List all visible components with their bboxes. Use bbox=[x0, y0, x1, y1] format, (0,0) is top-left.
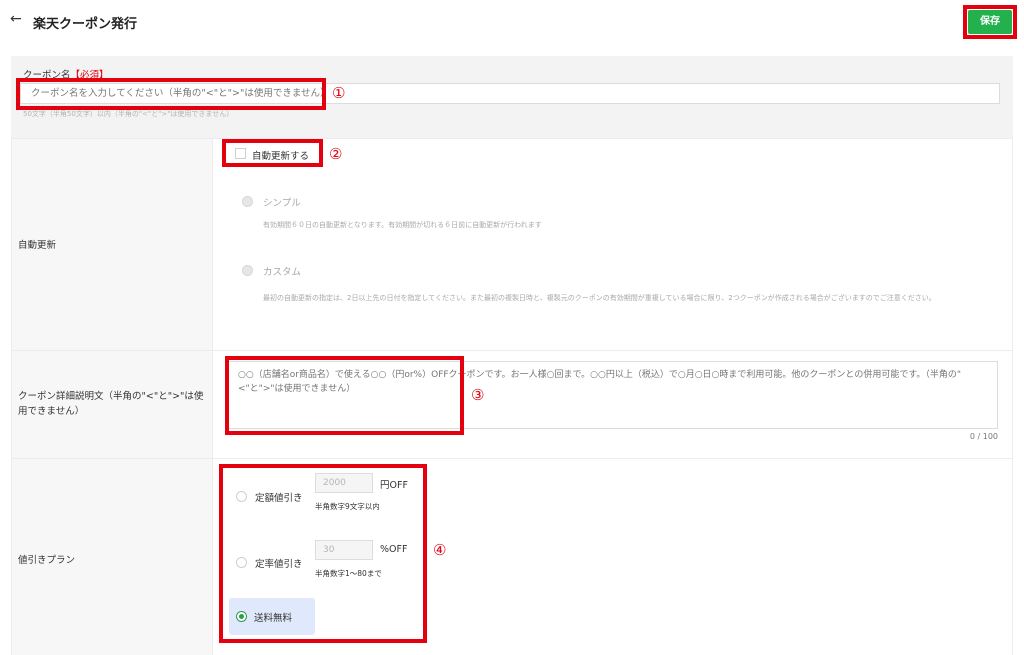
annotation-number-4: ④ bbox=[433, 541, 447, 559]
description-counter: 0 / 100 bbox=[969, 432, 998, 441]
simple-radio[interactable] bbox=[242, 196, 253, 207]
annotation-number-3: ③ bbox=[471, 386, 485, 404]
row-divider bbox=[11, 458, 1013, 459]
custom-radio-label: カスタム bbox=[263, 267, 302, 278]
annotation-box-4 bbox=[219, 464, 427, 643]
row-divider bbox=[11, 350, 1013, 351]
simple-radio-label: シンプル bbox=[263, 198, 301, 209]
annotation-number-2: ② bbox=[329, 145, 343, 163]
annotation-box-1 bbox=[16, 78, 326, 110]
table-right-border bbox=[1012, 138, 1013, 655]
column-divider bbox=[212, 138, 213, 655]
simple-description: 有効期間６０日の自動更新となります。有効期間が切れる６日前に自動更新が行われます bbox=[263, 221, 542, 229]
annotation-box-3 bbox=[225, 356, 464, 435]
custom-radio[interactable] bbox=[242, 265, 253, 276]
page-title: 楽天クーポン発行 bbox=[33, 17, 138, 32]
table-left-border bbox=[11, 138, 12, 655]
custom-description: 最初の自動更新の指定は、2日以上先の日付を指定してください。また最初の複製日時と… bbox=[263, 294, 936, 302]
annotation-number-1: ① bbox=[332, 84, 346, 102]
discount-section-label: 値引きプラン bbox=[18, 555, 76, 566]
save-button[interactable]: 保存 bbox=[968, 10, 1012, 34]
annotation-box-2 bbox=[222, 139, 323, 167]
back-arrow-icon[interactable]: ← bbox=[10, 11, 22, 27]
save-button-label: 保存 bbox=[980, 16, 1000, 27]
coupon-name-hint: 50文字（半角50文字）以内（半角の"<"と">"は使用できません） bbox=[23, 110, 234, 118]
row-divider bbox=[11, 138, 1013, 139]
description-section-label: クーポン詳細説明文（半角の"<"と">"は使用できません） bbox=[18, 391, 204, 417]
auto-renew-section-label: 自動更新 bbox=[18, 240, 57, 251]
